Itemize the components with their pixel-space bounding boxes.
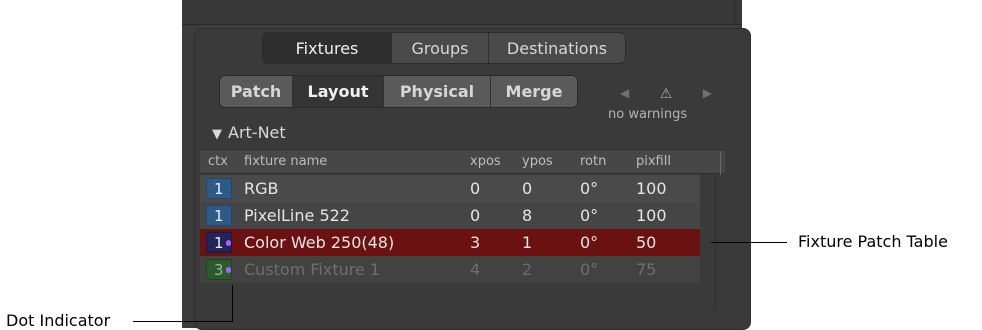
- tab-physical[interactable]: Physical: [384, 76, 491, 107]
- annotation-fixture-patch-table: Fixture Patch Table: [798, 232, 948, 251]
- fixture-name-cell: RGB: [244, 179, 279, 198]
- xpos-cell: 4: [470, 260, 481, 279]
- dot-indicator-icon: [225, 266, 231, 273]
- column-header-ctx[interactable]: ctx: [208, 154, 228, 169]
- ypos-cell: 0: [522, 179, 533, 198]
- table-scrollbar[interactable]: [715, 175, 726, 311]
- ctx-badge[interactable]: 3: [206, 259, 232, 280]
- pixfill-cell: 100: [636, 206, 667, 225]
- table-row[interactable]: 1 PixelLine 522 0 8 0° 100: [200, 202, 700, 229]
- column-resize-handle[interactable]: [720, 151, 721, 175]
- table-row[interactable]: 1 RGB 0 0 0° 100: [200, 175, 700, 202]
- triangle-right-icon[interactable]: ▶: [703, 86, 712, 102]
- fixture-name-cell: Color Web 250(48): [244, 233, 395, 252]
- table-row-dimmed[interactable]: 3 Custom Fixture 1 4 2 0° 75: [200, 256, 700, 283]
- xpos-cell: 0: [470, 206, 481, 225]
- xpos-cell: 3: [470, 233, 481, 252]
- ctx-value: 1: [214, 233, 224, 252]
- tab-fixtures[interactable]: Fixtures: [263, 33, 392, 63]
- column-header-ypos[interactable]: ypos: [522, 154, 553, 169]
- triangle-left-icon[interactable]: ◀: [620, 86, 629, 102]
- ctx-value: 3: [214, 260, 224, 279]
- rotn-cell: 0°: [580, 233, 599, 252]
- column-header-rotn[interactable]: rotn: [580, 154, 606, 169]
- rotn-cell: 0°: [580, 260, 599, 279]
- tab-layout[interactable]: Layout: [293, 76, 384, 107]
- annotation-line-dot: [133, 321, 233, 322]
- rotn-cell: 0°: [580, 206, 599, 225]
- ctx-value: 1: [214, 206, 224, 225]
- table-header: ctx fixture name xpos ypos rotn pixfill: [200, 151, 725, 174]
- triangle-down-icon[interactable]: ▼: [212, 127, 222, 142]
- warning-nav: ◀ ⚠ ▶: [620, 86, 712, 102]
- tab-patch[interactable]: Patch: [220, 76, 293, 107]
- pixfill-cell: 100: [636, 179, 667, 198]
- section-header-artnet[interactable]: ▼ Art-Net: [212, 123, 286, 142]
- ctx-value: 1: [214, 179, 224, 198]
- sub-tab-bar: Patch Layout Physical Merge: [219, 75, 578, 108]
- annotation-line-dot-vertical: [232, 285, 233, 322]
- annotation-dot-indicator: Dot Indicator: [6, 311, 111, 330]
- ctx-badge[interactable]: 1: [206, 178, 232, 199]
- tab-groups[interactable]: Groups: [392, 33, 489, 63]
- warnings-area: ◀ ⚠ ▶ no warnings: [608, 86, 728, 126]
- column-header-fixture-name[interactable]: fixture name: [244, 154, 327, 169]
- ypos-cell: 1: [522, 233, 533, 252]
- ypos-cell: 2: [522, 260, 533, 279]
- top-tab-bar: Fixtures Groups Destinations: [262, 32, 626, 64]
- annotation-line-table: [711, 242, 787, 243]
- pixfill-cell: 50: [636, 233, 657, 252]
- warnings-text: no warnings: [608, 107, 688, 122]
- tab-merge[interactable]: Merge: [491, 76, 577, 107]
- fixture-name-cell: PixelLine 522: [244, 206, 350, 225]
- panel-divider: [734, 0, 735, 24]
- pixfill-cell: 75: [636, 260, 657, 279]
- rotn-cell: 0°: [580, 179, 599, 198]
- panel-top-bar: [182, 0, 742, 25]
- section-title: Art-Net: [228, 123, 286, 142]
- ctx-badge[interactable]: 1: [206, 205, 232, 226]
- dot-indicator-icon: [225, 239, 231, 246]
- ctx-badge[interactable]: 1: [206, 232, 232, 253]
- table-row-selected[interactable]: 1 Color Web 250(48) 3 1 0° 50: [200, 229, 700, 256]
- warning-triangle-icon: ⚠: [659, 86, 673, 102]
- fixture-name-cell: Custom Fixture 1: [244, 260, 381, 279]
- tab-destinations[interactable]: Destinations: [489, 33, 625, 63]
- column-header-pixfill[interactable]: pixfill: [636, 154, 671, 169]
- xpos-cell: 0: [470, 179, 481, 198]
- column-header-xpos[interactable]: xpos: [470, 154, 501, 169]
- ypos-cell: 8: [522, 206, 533, 225]
